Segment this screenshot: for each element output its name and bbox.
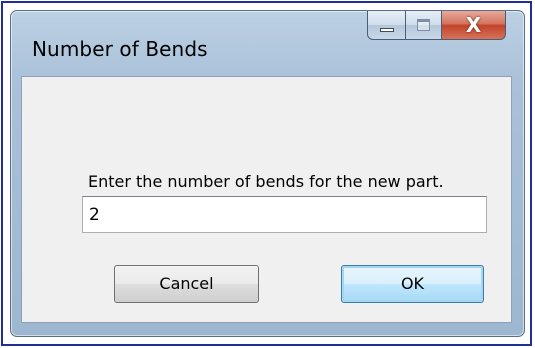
screenshot-frame: Number of Bends X Enter the number of be… <box>1 1 532 346</box>
caption-buttons: X <box>367 11 506 41</box>
bends-number-input[interactable] <box>82 196 487 233</box>
minimize-icon <box>380 28 394 32</box>
maximize-button <box>406 11 442 40</box>
maximize-icon <box>417 19 430 31</box>
close-icon: X <box>465 13 482 37</box>
close-button[interactable]: X <box>442 11 506 40</box>
dialog-client-area: Enter the number of bends for the new pa… <box>21 76 512 323</box>
cancel-button[interactable]: Cancel <box>114 265 259 303</box>
ok-button[interactable]: OK <box>341 265 484 303</box>
prompt-label: Enter the number of bends for the new pa… <box>88 172 444 191</box>
dialog-window: Number of Bends X Enter the number of be… <box>10 10 525 337</box>
title-bar[interactable]: Number of Bends X <box>11 11 524 76</box>
minimize-button[interactable] <box>367 11 406 40</box>
window-title: Number of Bends <box>32 37 208 61</box>
